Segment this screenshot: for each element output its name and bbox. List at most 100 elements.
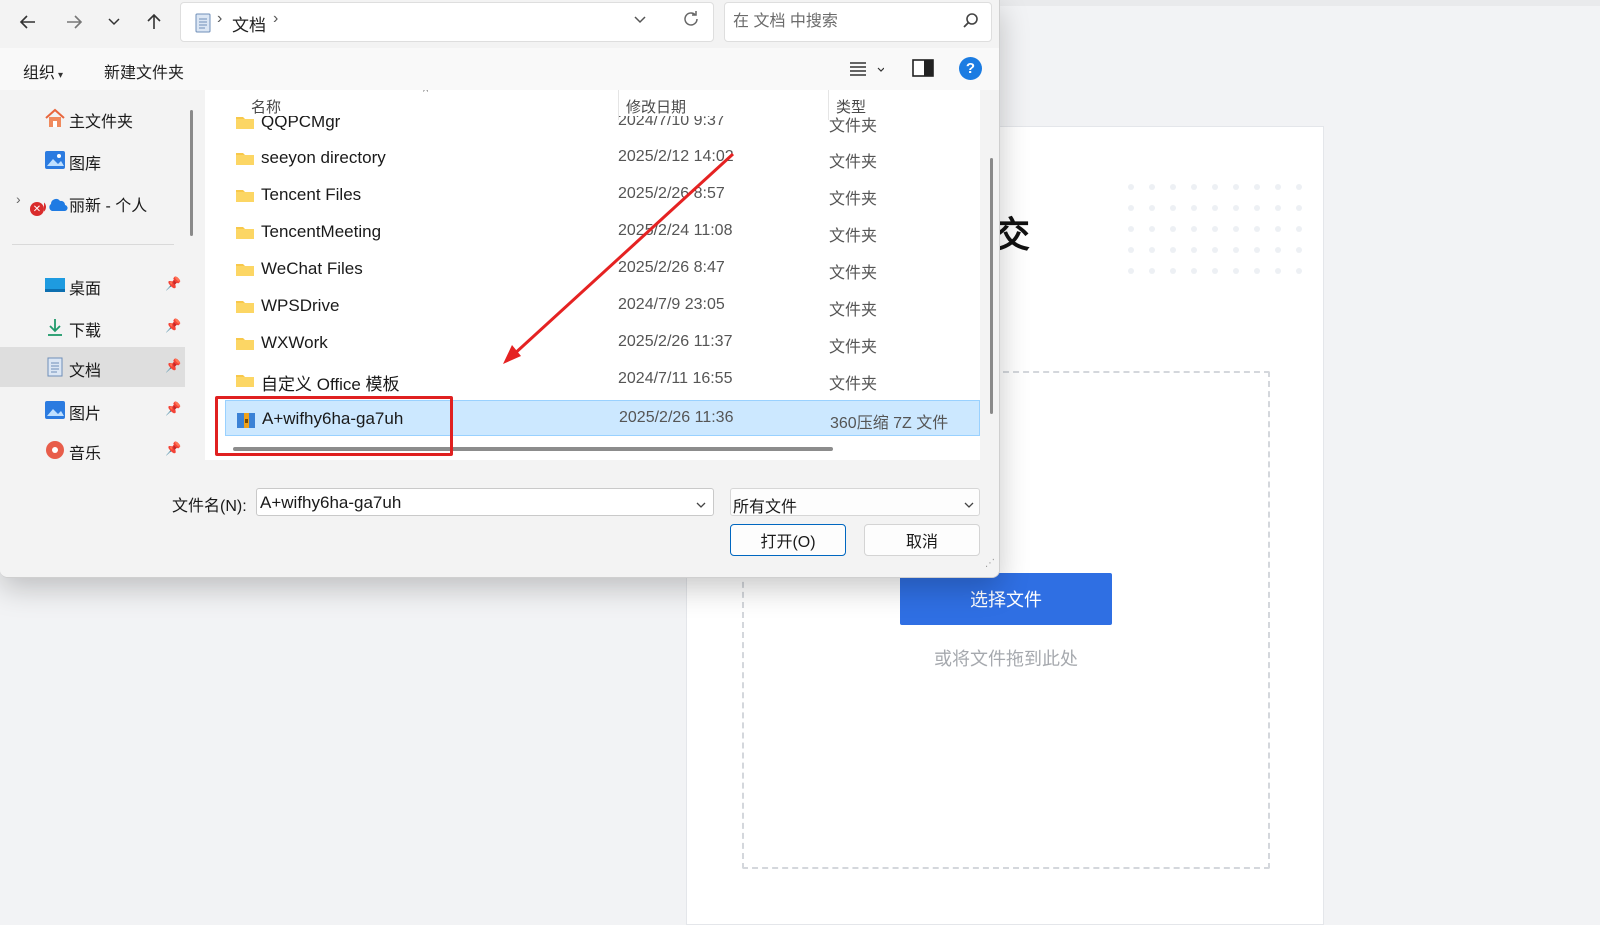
filename-input[interactable]: A+wifhy6ha-ga7uh — [256, 488, 714, 516]
decorative-dot — [1191, 247, 1197, 253]
breadcrumb-separator-icon: › — [217, 10, 223, 27]
search-input[interactable] — [733, 9, 953, 35]
decorative-dot — [1275, 247, 1281, 253]
search-icon[interactable] — [961, 11, 981, 36]
column-separator[interactable] — [618, 90, 619, 120]
folder-icon — [235, 298, 255, 319]
pin-icon[interactable]: 📌 — [165, 401, 181, 417]
file-row[interactable]: WPSDrive 2024/7/9 23:05 文件夹 — [225, 288, 980, 324]
vertical-scrollbar[interactable] — [990, 158, 993, 414]
file-row[interactable]: WXWork 2025/2/26 11:37 文件夹 — [225, 325, 980, 361]
document-icon — [44, 357, 66, 377]
nav-item-onedrive[interactable]: › ✕ 丽新 - 个人 — [0, 182, 185, 222]
file-row[interactable]: QQPCMgr 2024/7/10 9:37 文件夹 — [225, 116, 980, 140]
pin-icon[interactable]: 📌 — [165, 358, 181, 374]
dialog-toolbar: › 文档 › — [0, 0, 999, 48]
nav-item-documents[interactable]: 文档 📌 — [0, 347, 185, 387]
open-button[interactable]: 打开(O) — [730, 524, 846, 556]
decorative-dot — [1254, 268, 1260, 274]
organize-menu[interactable]: 组织 ▾ — [23, 59, 63, 83]
file-row[interactable]: seeyon directory 2025/2/12 14:02 文件夹 — [225, 140, 980, 176]
pin-icon[interactable]: 📌 — [165, 441, 181, 457]
column-separator[interactable] — [828, 90, 829, 120]
decorative-dot — [1233, 247, 1239, 253]
file-type: 文件夹 — [829, 302, 878, 319]
up-arrow-icon[interactable] — [138, 6, 170, 38]
folder-icon — [235, 335, 255, 356]
folder-icon — [235, 372, 255, 393]
sort-ascending-icon: ^ — [423, 90, 429, 98]
back-arrow-icon[interactable] — [12, 6, 44, 38]
decorative-dot — [1170, 247, 1176, 253]
organize-caret-icon: ▾ — [58, 70, 64, 81]
preview-pane-icon[interactable] — [912, 58, 934, 83]
expand-chevron-icon[interactable]: › — [16, 191, 21, 207]
file-row[interactable]: TencentMeeting 2025/2/24 11:08 文件夹 — [225, 214, 980, 250]
filename-dropdown-icon[interactable] — [695, 498, 707, 516]
decorative-dot — [1128, 226, 1134, 232]
file-name: WPSDrive — [261, 296, 340, 315]
nav-scrollbar[interactable] — [190, 110, 193, 236]
address-dropdown-icon[interactable] — [633, 13, 647, 32]
nav-item-music[interactable]: 音乐 📌 — [0, 430, 185, 460]
address-bar[interactable]: › 文档 › — [180, 2, 714, 42]
decorative-dot — [1191, 226, 1197, 232]
download-icon — [44, 317, 66, 337]
decorative-dot — [1212, 184, 1218, 190]
folder-icon — [235, 150, 255, 171]
decorative-dot — [1233, 268, 1239, 274]
file-date: 2024/7/11 16:55 — [618, 370, 733, 387]
select-file-button[interactable]: 选择文件 — [900, 573, 1112, 625]
organize-label: 组织 — [23, 65, 56, 82]
file-name: TencentMeeting — [261, 222, 382, 241]
decorative-dot — [1275, 205, 1281, 211]
view-options-icon[interactable] — [848, 59, 885, 84]
new-folder-button[interactable]: 新建文件夹 — [104, 59, 184, 83]
file-type-dropdown-icon[interactable] — [963, 498, 975, 516]
nav-item-gallery[interactable]: 图库 — [0, 140, 185, 180]
decorative-dot — [1233, 226, 1239, 232]
column-header-name[interactable]: 名称 — [251, 96, 281, 117]
column-header-type[interactable]: 类型 — [836, 96, 866, 117]
pin-icon[interactable]: 📌 — [165, 276, 181, 292]
search-box[interactable] — [724, 2, 992, 42]
cancel-button[interactable]: 取消 — [864, 524, 980, 556]
file-row[interactable]: WeChat Files 2025/2/26 8:47 文件夹 — [225, 251, 980, 287]
highlight-box-annotation — [215, 396, 453, 456]
decorative-dot — [1254, 226, 1260, 232]
file-date: 2025/2/26 11:36 — [619, 409, 734, 426]
file-date: 2025/2/24 11:08 — [618, 222, 733, 239]
decorative-dot — [1275, 184, 1281, 190]
nav-item-downloads[interactable]: 下载 📌 — [0, 307, 185, 347]
recent-locations-chevron-icon[interactable] — [98, 6, 130, 38]
file-name: seeyon directory — [261, 148, 386, 167]
breadcrumb-chevron-icon[interactable]: › — [273, 10, 278, 28]
file-type: 文件夹 — [829, 265, 878, 282]
decorative-dot — [1128, 205, 1134, 211]
decorative-dot — [1254, 184, 1260, 190]
file-name: WeChat Files — [261, 259, 363, 278]
decorative-dot — [1212, 205, 1218, 211]
nav-label: 丽新 - 个人 — [69, 198, 148, 215]
breadcrumb-documents[interactable]: 文档 — [232, 11, 266, 36]
nav-label: 文档 — [69, 363, 102, 380]
refresh-icon[interactable] — [681, 9, 701, 34]
nav-item-desktop[interactable]: 桌面 📌 — [0, 265, 185, 305]
pin-icon[interactable]: 📌 — [165, 318, 181, 334]
nav-label: 下载 — [69, 323, 102, 340]
forward-arrow-icon[interactable] — [58, 6, 90, 38]
nav-item-pictures[interactable]: 图片 📌 — [0, 390, 185, 430]
file-row[interactable]: 自定义 Office 模板 2024/7/11 16:55 文件夹 — [225, 362, 980, 398]
help-icon[interactable]: ? — [959, 57, 982, 80]
column-header-date[interactable]: 修改日期 — [626, 96, 686, 117]
decorative-dot — [1191, 184, 1197, 190]
drag-hint-text: 或将文件拖到此处 — [934, 649, 1078, 669]
file-type: 文件夹 — [829, 228, 878, 245]
page-top-strip — [980, 0, 1600, 6]
nav-item-home[interactable]: 主文件夹 — [0, 98, 185, 138]
resize-grip-icon[interactable]: ⋰ — [985, 558, 995, 569]
file-type-select[interactable]: 所有文件 — [730, 488, 980, 516]
file-row[interactable]: Tencent Files 2025/2/26 8:57 文件夹 — [225, 177, 980, 213]
decorative-dot — [1254, 205, 1260, 211]
decorative-dot — [1212, 226, 1218, 232]
